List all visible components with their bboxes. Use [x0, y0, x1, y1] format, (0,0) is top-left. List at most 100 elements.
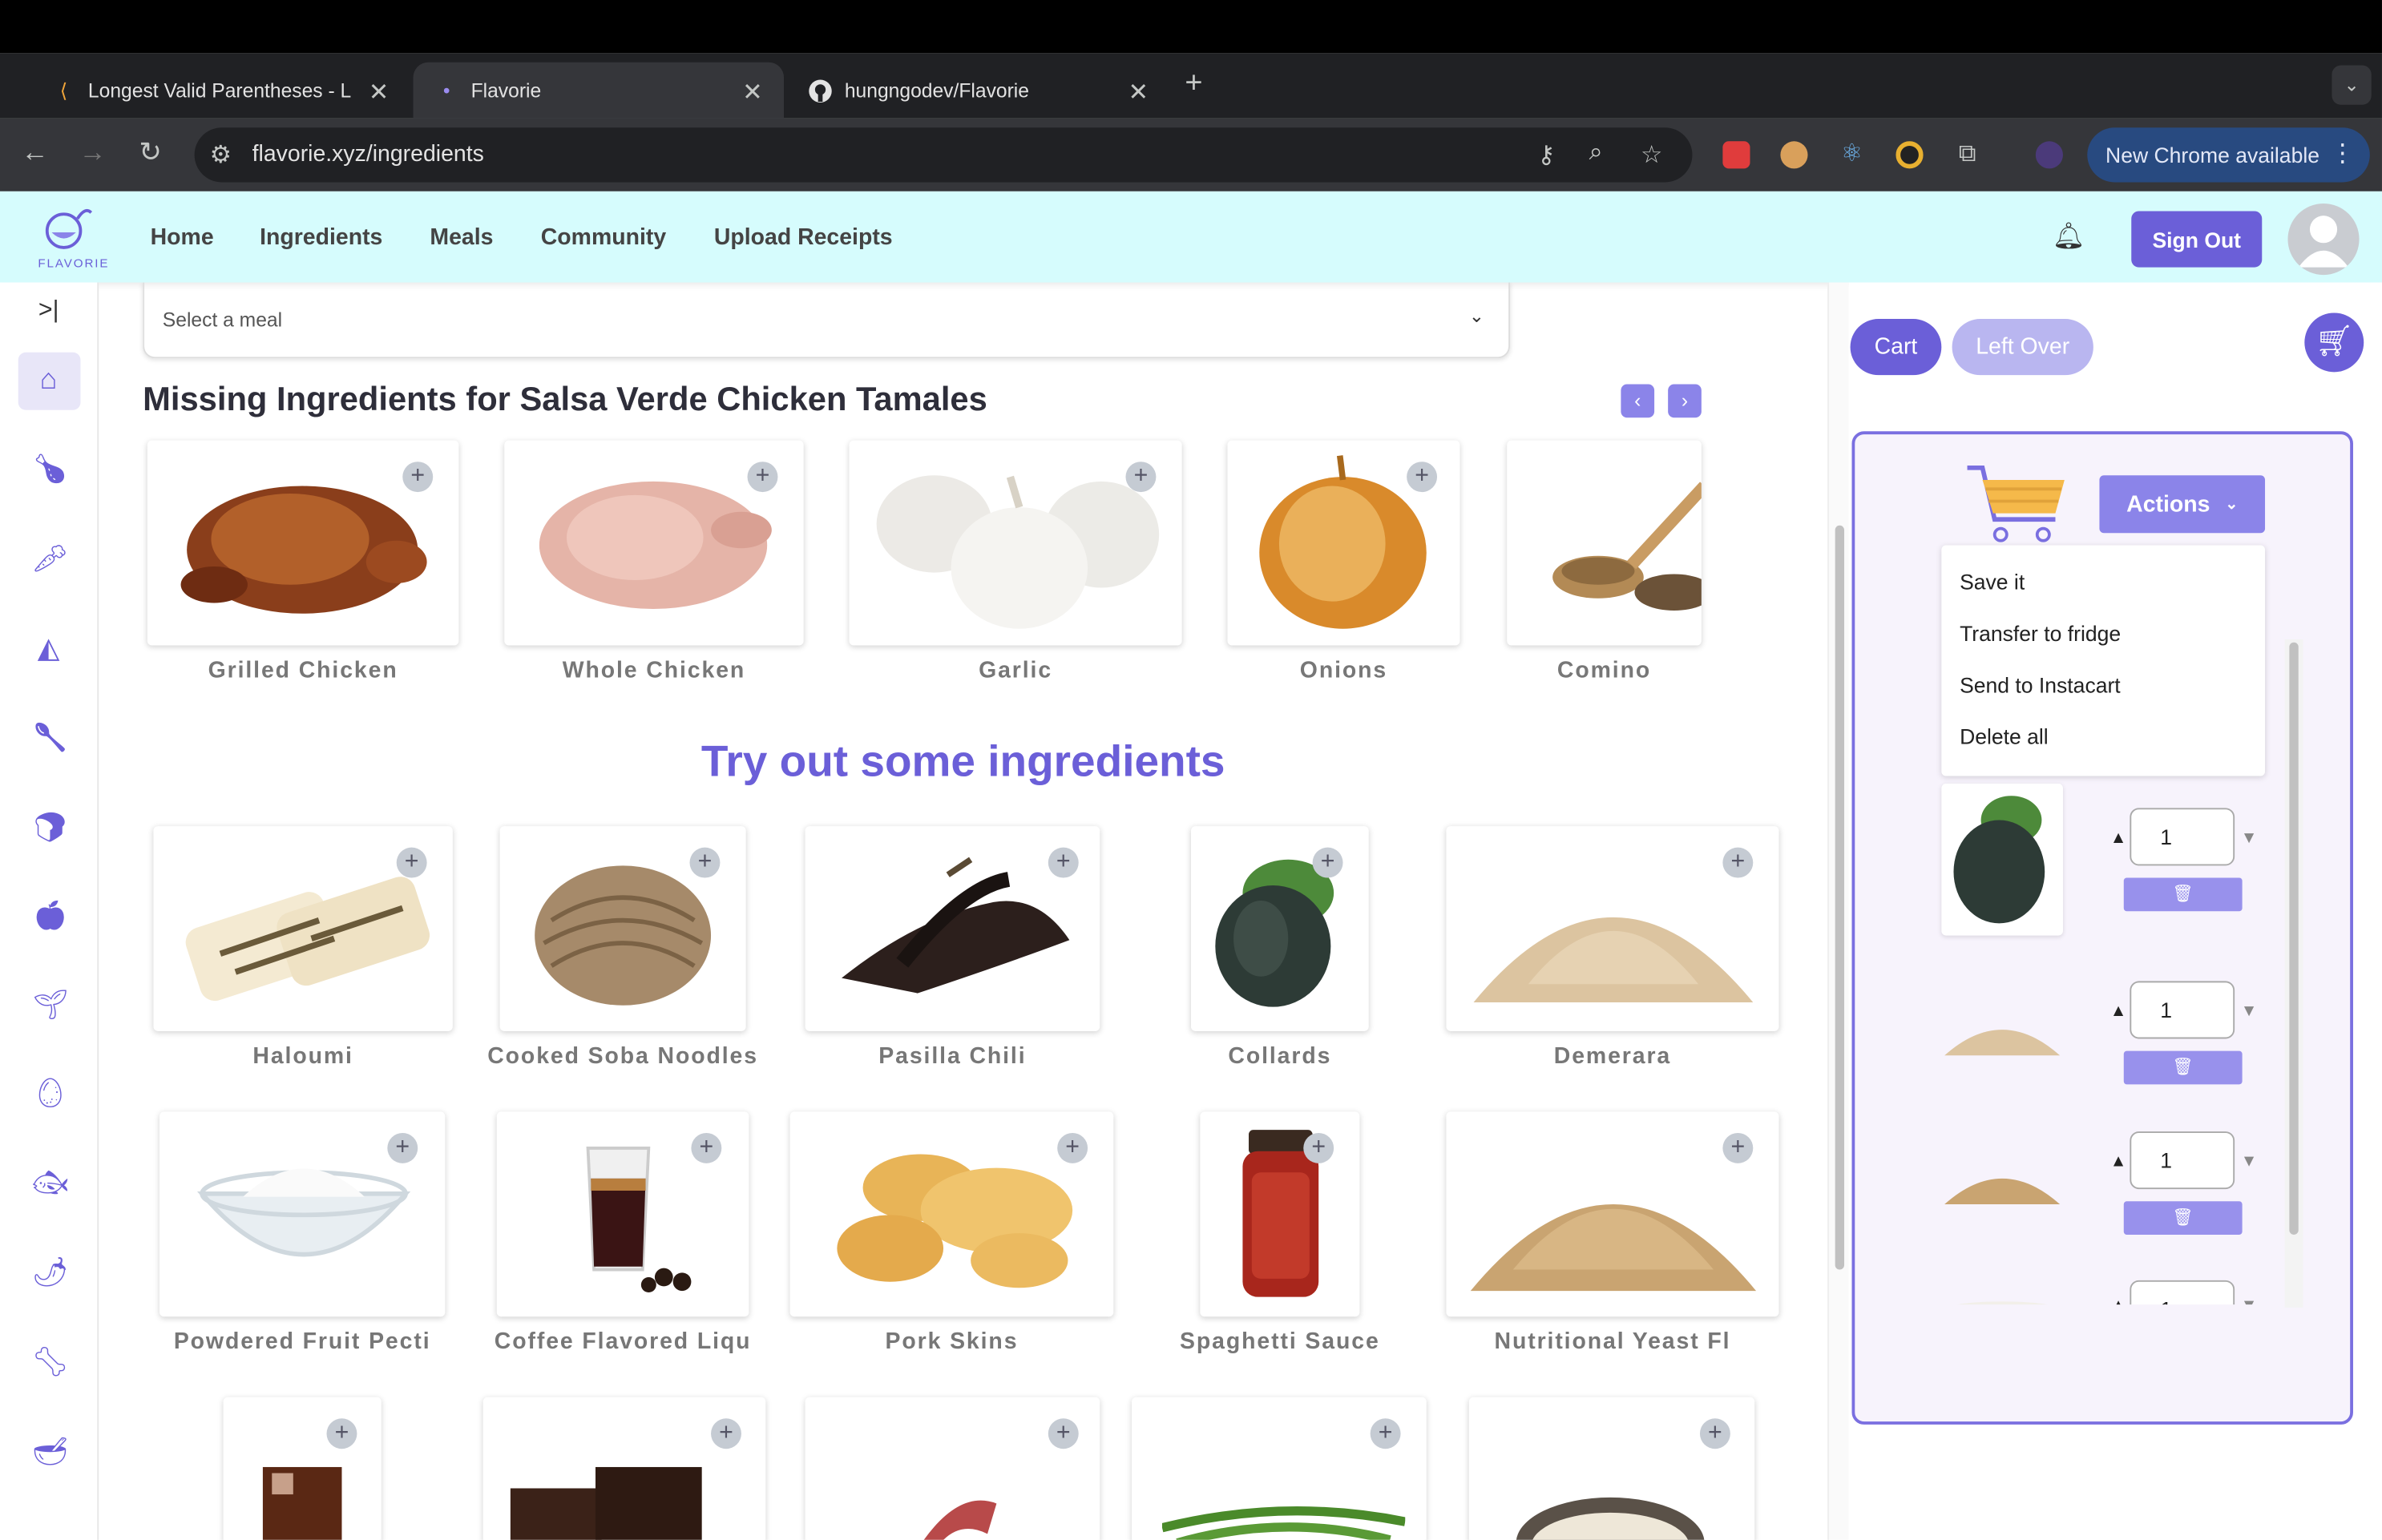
fish-icon[interactable]: 🐟︎: [32, 1168, 69, 1202]
menu-item-save[interactable]: Save it: [1960, 570, 2025, 594]
cart-scrollbar[interactable]: [2284, 639, 2303, 1308]
ingredient-card-fruit-pectin[interactable]: +: [159, 1111, 446, 1317]
collapse-icon[interactable]: >|: [32, 295, 66, 329]
add-icon[interactable]: +: [711, 1418, 741, 1449]
cookie-icon[interactable]: [1780, 141, 1808, 169]
nav-home[interactable]: Home: [151, 225, 214, 251]
ingredient-card-demerara[interactable]: +: [1446, 826, 1779, 1031]
reload-icon[interactable]: ↻: [132, 137, 168, 169]
decrease-icon[interactable]: ▼: [2241, 1297, 2258, 1304]
ingredient-card-pasilla[interactable]: +: [805, 826, 1100, 1031]
ingredient-card-soba[interactable]: +: [499, 826, 746, 1031]
chrome-extension-icon[interactable]: [1896, 141, 1924, 169]
ingredient-card-onions[interactable]: +: [1227, 440, 1460, 646]
url-text[interactable]: flavorie.xyz/ingredients: [252, 141, 484, 167]
decrease-icon[interactable]: ▼: [2241, 1002, 2258, 1021]
key-icon[interactable]: ⚷: [1537, 139, 1555, 170]
egg-icon[interactable]: 🥚︎: [32, 1078, 69, 1112]
close-icon[interactable]: ✕: [369, 78, 389, 108]
ingredient-card-rice[interactable]: +: [1468, 1397, 1755, 1540]
nav-meals[interactable]: Meals: [430, 225, 493, 251]
add-icon[interactable]: +: [1048, 847, 1079, 878]
close-icon[interactable]: ✕: [1128, 78, 1149, 108]
add-icon[interactable]: +: [1057, 1132, 1088, 1163]
main-scrollbar[interactable]: [1827, 282, 1849, 1540]
quantity-input[interactable]: 1: [2130, 1280, 2235, 1305]
add-icon[interactable]: +: [326, 1418, 357, 1449]
address-bar[interactable]: ⚙ flavorie.xyz/ingredients ⚷ ⌕ ☆: [194, 127, 1693, 183]
sprout-icon[interactable]: 🌱︎: [32, 990, 69, 1024]
ingredient-card-comino[interactable]: [1507, 440, 1702, 646]
tab-left-over[interactable]: Left Over: [1952, 319, 2093, 376]
ingredient-card-garlic[interactable]: +: [849, 440, 1182, 646]
carousel-prev-button[interactable]: ‹: [1621, 384, 1655, 418]
add-icon[interactable]: +: [747, 462, 778, 493]
profile-icon[interactable]: [2035, 141, 2063, 169]
ingredient-card-chocolate[interactable]: +: [482, 1397, 766, 1540]
ingredient-card-green-beans[interactable]: +: [1132, 1397, 1427, 1540]
add-icon[interactable]: +: [387, 1132, 418, 1163]
decrease-icon[interactable]: ▼: [2241, 1153, 2258, 1171]
back-icon[interactable]: ←: [17, 137, 53, 169]
extension-red-icon[interactable]: [1722, 141, 1750, 169]
nav-community[interactable]: Community: [541, 225, 666, 251]
add-icon[interactable]: +: [1722, 847, 1754, 878]
apple-icon[interactable]: 🍎︎: [32, 901, 69, 934]
add-icon[interactable]: +: [1407, 462, 1438, 493]
add-icon[interactable]: +: [1312, 847, 1343, 878]
ingredient-card-haloumi[interactable]: +: [153, 826, 453, 1031]
bell-icon[interactable]: 🔔︎: [2053, 222, 2085, 252]
add-icon[interactable]: +: [402, 462, 434, 493]
kebab-menu-icon[interactable]: ⋮: [2331, 138, 2355, 168]
quantity-input[interactable]: 1: [2130, 1131, 2235, 1190]
increase-icon[interactable]: ▲: [2110, 1297, 2127, 1304]
pepper-icon[interactable]: 🌶︎: [32, 1257, 69, 1291]
tab-cart[interactable]: Cart: [1850, 319, 1942, 376]
add-icon[interactable]: +: [1303, 1132, 1334, 1163]
extensions-puzzle-icon[interactable]: ⧉: [1953, 141, 1980, 168]
ingredient-card-grilled-chicken[interactable]: +: [147, 440, 459, 646]
add-icon[interactable]: +: [396, 847, 427, 878]
ingredient-card-coffee-liqueur[interactable]: +: [496, 1111, 749, 1317]
bookmark-star-icon[interactable]: ☆: [1641, 139, 1662, 170]
add-icon[interactable]: +: [1370, 1418, 1401, 1449]
nav-upload-receipts[interactable]: Upload Receipts: [714, 225, 893, 251]
new-chrome-button[interactable]: New Chrome available ⋮: [2087, 127, 2370, 183]
cheese-icon[interactable]: ◭: [32, 633, 66, 667]
browser-tab-github[interactable]: hungngodev/Flavorie ✕: [787, 62, 1170, 119]
ingredient-card-sausage[interactable]: +: [805, 1397, 1100, 1540]
cart-icon[interactable]: 🛒︎: [2304, 312, 2364, 373]
ingredient-card-whole-chicken[interactable]: +: [504, 440, 804, 646]
flavorie-logo[interactable]: FLAVORIE: [34, 204, 108, 273]
add-icon[interactable]: +: [1722, 1132, 1754, 1163]
meal-select[interactable]: Select a meal ⌄: [143, 282, 1511, 359]
add-icon[interactable]: +: [1048, 1418, 1079, 1449]
quantity-input[interactable]: 1: [2130, 808, 2235, 866]
ingredient-card-collards[interactable]: +: [1190, 826, 1369, 1031]
main-scrollbar-thumb[interactable]: [1835, 525, 1845, 1270]
close-icon[interactable]: ✕: [742, 78, 762, 108]
carrot-icon[interactable]: 🥕︎: [32, 544, 69, 578]
spoon-icon[interactable]: 🥄︎: [32, 723, 69, 756]
add-icon[interactable]: +: [691, 1132, 722, 1163]
zoom-icon[interactable]: ⌕: [1589, 139, 1603, 167]
increase-icon[interactable]: ▲: [2110, 1153, 2127, 1171]
add-icon[interactable]: +: [1125, 462, 1157, 493]
delete-item-button[interactable]: 🗑︎: [2123, 877, 2243, 912]
mortar-icon[interactable]: 🥣︎: [32, 1437, 69, 1470]
avatar[interactable]: [2287, 203, 2360, 276]
forward-icon[interactable]: →: [75, 137, 111, 169]
decrease-icon[interactable]: ▼: [2241, 829, 2258, 848]
bone-icon[interactable]: 🦴︎: [32, 1347, 69, 1381]
browser-tab-leetcode[interactable]: ⟨ Longest Valid Parentheses - L ✕: [30, 62, 410, 119]
ingredient-card-nutritional-yeast[interactable]: +: [1446, 1111, 1779, 1317]
cart-scrollbar-thumb[interactable]: [2289, 642, 2299, 1235]
increase-icon[interactable]: ▲: [2110, 829, 2127, 848]
ingredient-card-pork-skins[interactable]: +: [789, 1111, 1114, 1317]
ingredient-card-cola[interactable]: +: [223, 1397, 382, 1540]
sign-out-button[interactable]: Sign Out: [2131, 211, 2263, 268]
add-icon[interactable]: +: [1699, 1418, 1730, 1449]
delete-item-button[interactable]: 🗑︎: [2123, 1050, 2243, 1085]
actions-button[interactable]: Actions ⌄: [2099, 475, 2266, 534]
nav-ingredients[interactable]: Ingredients: [260, 225, 382, 251]
